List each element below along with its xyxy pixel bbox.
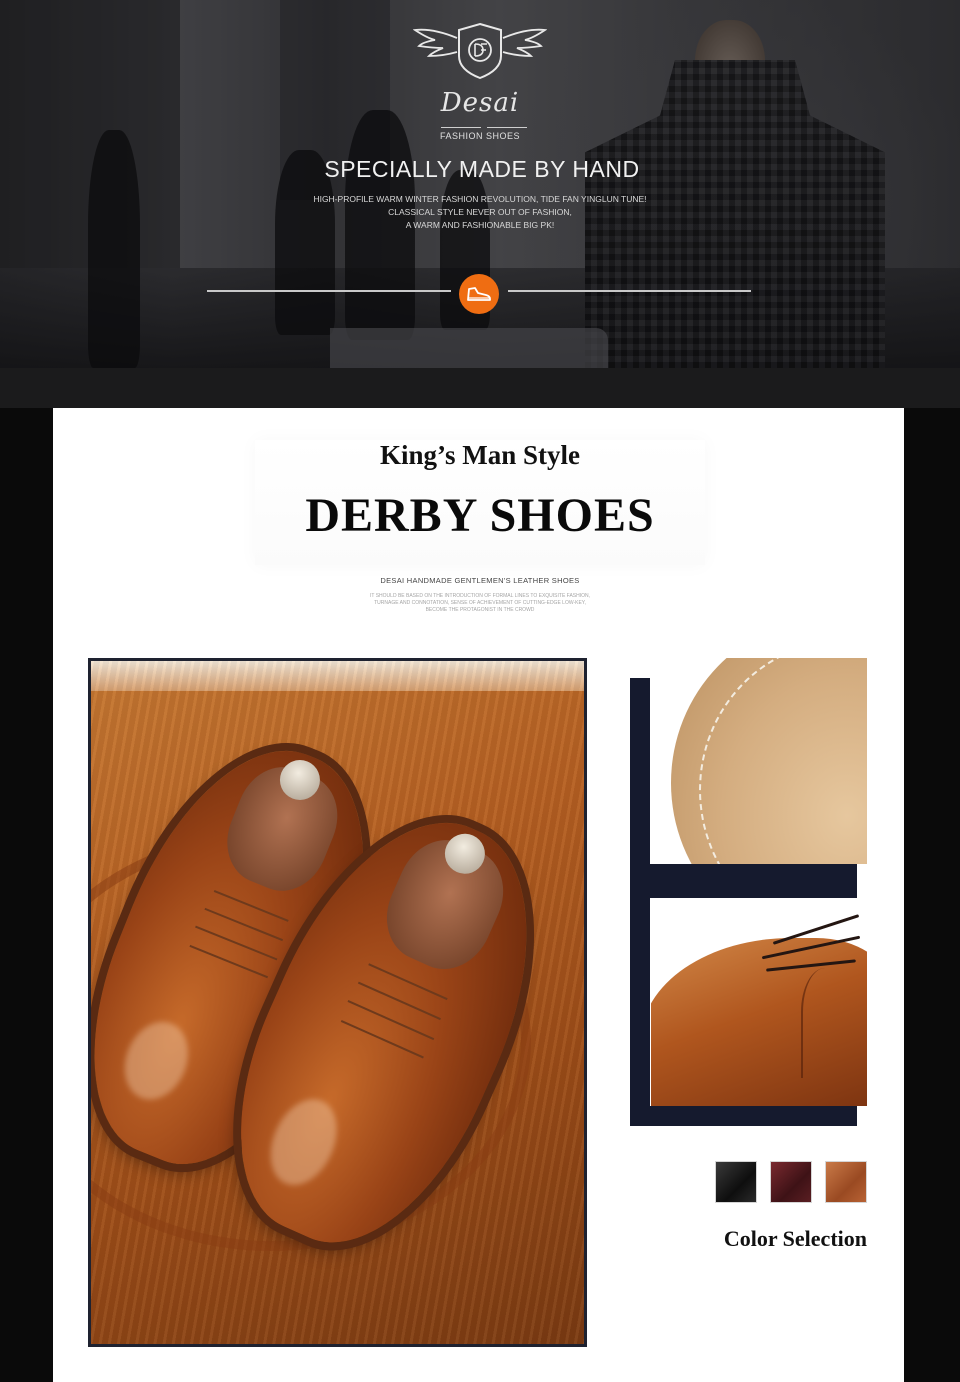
photo-canvas — [91, 661, 584, 1344]
shoe-seam — [801, 968, 861, 1078]
wings-crest-icon — [413, 22, 547, 80]
hero-headline: SPECIALLY MADE BY HAND — [324, 156, 640, 182]
hero-copy: HIGH-PROFILE WARM WINTER FASHION REVOLUT… — [0, 193, 960, 232]
description-line: BECOME THE PROTAGONIST IN THE CROWD — [425, 607, 535, 613]
product-headline: DERBY SHOES — [305, 489, 655, 542]
hero-copy-line: A WARM AND FASHIONABLE BIG PK! — [405, 220, 555, 230]
detail-frame — [630, 864, 857, 898]
brand-rule-left — [441, 127, 481, 128]
detail-frame — [630, 898, 650, 1126]
detail-frame — [630, 678, 650, 864]
detail-frame — [630, 1106, 857, 1126]
product-description: IT SHOULD BE BASED ON THE INTRODUCTION O… — [0, 593, 960, 614]
hero-copy-line: HIGH-PROFILE WARM WINTER FASHION REVOLUT… — [313, 194, 647, 204]
hero-tab — [330, 328, 608, 368]
description-line: TURNAGE AND CONNOTATION, SENSE OF ACHIEV… — [374, 600, 586, 606]
style-kicker: King’s Man Style — [379, 440, 580, 470]
swatch-brown[interactable] — [825, 1161, 867, 1203]
shoe-icon — [467, 287, 491, 301]
hero-copy-line: CLASSICAL STYLE NEVER OUT OF FASHION, — [388, 207, 572, 217]
swatch-wine[interactable] — [770, 1161, 812, 1203]
main-product-photo — [88, 658, 587, 1347]
divider-right — [508, 290, 751, 292]
divider-left — [207, 290, 451, 292]
brand-logo: Desai FASHION SHOES — [413, 18, 547, 141]
separator-band — [0, 368, 960, 408]
description-line: IT SHOULD BE BASED ON THE INTRODUCTION O… — [369, 593, 591, 599]
product-subhead: DESAI HANDMADE GENTLEMEN'S LEATHER SHOES — [380, 576, 580, 585]
brand-tagline: FASHION SHOES — [439, 131, 521, 141]
sole-detail-photo — [651, 658, 867, 864]
hero-banner: Desai FASHION SHOES SPECIALLY MADE BY HA… — [0, 0, 960, 368]
swatch-black[interactable] — [715, 1161, 757, 1203]
color-selection-label: Color Selection — [723, 1226, 867, 1251]
lace-detail-photo — [651, 898, 867, 1106]
brand-rule-right — [487, 127, 527, 128]
brand-name: Desai — [440, 88, 520, 118]
shoe-badge — [459, 274, 499, 314]
